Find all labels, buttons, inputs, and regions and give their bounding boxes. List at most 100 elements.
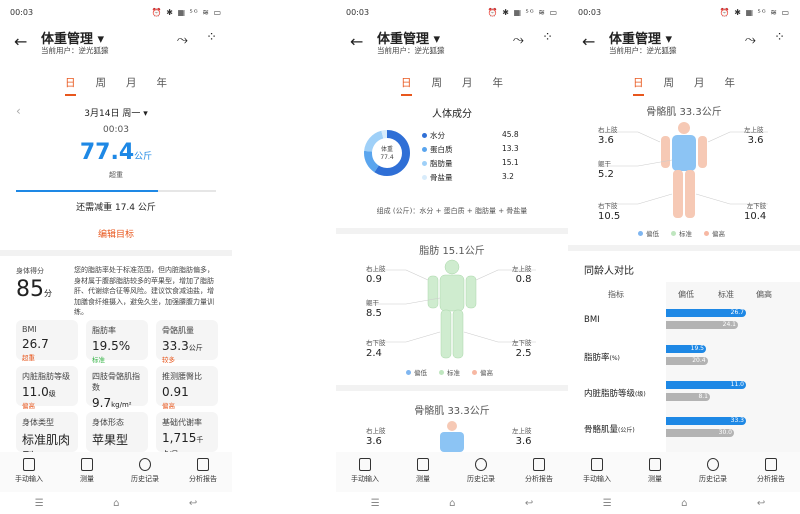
tab-week[interactable]: 周 [96,75,107,96]
nav-history[interactable]: 历史记录 [122,452,168,492]
metric-card[interactable]: 骨骼肌量 33.3公斤 较多 [156,320,218,364]
share-icon[interactable]: ⤳ [177,32,188,48]
metric-value: 33.3公斤 [162,339,212,353]
edit-icon [23,458,35,471]
legend-label: 标准 [679,230,692,238]
metric-card[interactable]: 身体形态 苹果型 [86,412,148,452]
weight-status: 超重 [109,171,123,179]
date-selector[interactable]: 3月14日 周一 ▾ [0,106,232,119]
tab-week[interactable]: 周 [664,75,675,96]
metric-card[interactable]: 基础代谢率1,715千卡/日 [156,412,218,458]
metric-card[interactable]: 身体类型标准肌肉型 [16,412,78,464]
metric-name: BMI [584,315,600,325]
clock: 00:03 [346,8,370,17]
nav-measure[interactable]: 测量 [632,452,678,492]
back-icon[interactable]: ↩ [757,498,765,509]
date-text: 3月14日 周一 [84,109,141,119]
nav-label: 手动输入 [351,475,379,483]
legend-dot [422,147,427,152]
scale-icon [649,458,661,471]
composition-value: 3.2 [502,172,514,181]
tab-month[interactable]: 月 [694,75,705,96]
more-icon[interactable]: ⁘ [774,30,786,45]
divider [0,250,232,256]
nav-label: 历史记录 [131,475,159,483]
nav-history[interactable]: 历史记录 [458,452,504,492]
menu-icon[interactable]: ☰ [603,498,612,509]
app-header: ← 体重管理 ▾ 当前用户：逆光狐獴 ⤳ ⁘ [336,28,568,58]
home-icon[interactable]: ⌂ [113,498,119,509]
weight-number: 77.4 [79,140,135,165]
back-icon[interactable]: ↩ [525,498,533,509]
legend-dot [422,161,427,166]
nav-manual-input[interactable]: 手动输入 [6,452,52,492]
weight-value: 77.4公斤 [0,140,232,165]
col-header-high: 偏高 [756,290,772,299]
nav-label: 手动输入 [15,475,43,483]
metric-card[interactable]: 脂肪率 19.5% 标准 [86,320,148,364]
nav-manual-input[interactable]: 手动输入 [574,452,620,492]
back-arrow-icon[interactable]: ← [350,32,363,51]
body-score: 85分 [16,277,52,302]
composition-item: 蛋白质 13.3 [422,144,522,155]
bottom-nav: 手动输入 测量 历史记录 分析报告 [568,452,800,492]
peer-value-bar: 20.4 [666,357,708,365]
tab-week[interactable]: 周 [432,75,443,96]
nav-report[interactable]: 分析报告 [180,452,226,492]
divider [336,385,568,391]
menu-icon[interactable]: ☰ [371,498,380,509]
metric-status: 标准 [92,356,105,364]
col-header-low: 偏低 [678,290,694,299]
home-icon[interactable]: ⌂ [681,498,687,509]
my-value-bar: 19.5 [666,345,706,353]
tab-day[interactable]: 日 [633,75,644,96]
tab-year[interactable]: 年 [157,75,168,96]
period-tabs: 日 周 月 年 [0,75,232,96]
composition-name: 水分 [430,131,445,140]
back-arrow-icon[interactable]: ← [14,32,27,51]
seg-label: 左下肢 [746,202,767,210]
more-icon[interactable]: ⁘ [206,30,218,45]
metric-card[interactable]: 四肢骨骼肌指数9.7kg/m²较高 [86,366,148,421]
peer-value-bar: 8.1 [666,393,710,401]
metric-card[interactable]: BMI 26.7 超重 [16,320,78,362]
more-icon[interactable]: ⁘ [542,30,554,45]
nav-measure[interactable]: 测量 [400,452,446,492]
divider [568,245,800,251]
metric-number: 33.3 [162,339,189,353]
seg-value: 0.8 [515,274,532,285]
donut-value: 77.4 [380,154,394,161]
tab-month[interactable]: 月 [126,75,137,96]
nav-report[interactable]: 分析报告 [748,452,794,492]
metric-card[interactable]: 推测腰臀比 0.91 偏高 [156,366,218,410]
clock: 00:03 [10,8,34,17]
compare-row: 脂肪率(%) 19.5 20.4 [568,342,800,372]
metric-name: 骨骼肌量 [584,425,619,435]
tab-day[interactable]: 日 [401,75,412,96]
tab-day[interactable]: 日 [65,75,76,96]
fat-upper-right-arm: 右上肢 0.9 [366,263,386,285]
composition-value: 13.3 [502,144,519,153]
phone-screen-comparison: 00:03 ⏰ ✱ ▦ ⁵ᴳ ≋ ▭ ← 体重管理 ▾ 当前用户：逆光狐獴 ⤳ ⁘… [568,0,800,514]
tab-month[interactable]: 月 [462,75,473,96]
metric-label: 骨骼肌量 [162,326,194,335]
divider [336,228,568,234]
nav-history[interactable]: 历史记录 [690,452,736,492]
edit-goal-link[interactable]: 编辑目标 [0,227,232,240]
metric-label: 内脏脂肪等级 [22,372,70,381]
nav-report[interactable]: 分析报告 [516,452,562,492]
seg-value: 0.9 [366,274,382,285]
nav-manual-input[interactable]: 手动输入 [342,452,388,492]
share-icon[interactable]: ⤳ [513,32,524,48]
back-icon[interactable]: ↩ [189,498,197,509]
metric-value: 11.0级 [22,385,72,399]
share-icon[interactable]: ⤳ [745,32,756,48]
tab-year[interactable]: 年 [493,75,504,96]
nav-label: 历史记录 [467,475,495,483]
back-arrow-icon[interactable]: ← [582,32,595,51]
menu-icon[interactable]: ☰ [35,498,44,509]
nav-measure[interactable]: 测量 [64,452,110,492]
metric-card[interactable]: 内脏脂肪等级 11.0级 偏高 [16,366,78,410]
home-icon[interactable]: ⌂ [449,498,455,509]
tab-year[interactable]: 年 [725,75,736,96]
